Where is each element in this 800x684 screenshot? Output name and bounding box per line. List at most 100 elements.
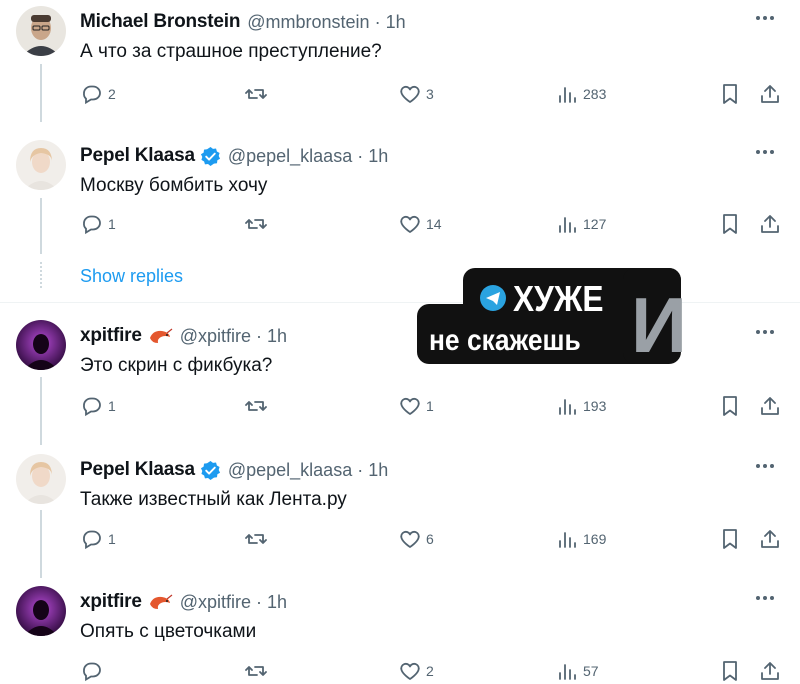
retweet-button[interactable] xyxy=(244,659,272,683)
author-name[interactable]: xpitfire xyxy=(80,591,142,613)
more-icon[interactable] xyxy=(752,456,778,476)
retweet-button[interactable] xyxy=(244,394,272,418)
retweet-icon xyxy=(245,534,267,544)
reply-icon xyxy=(83,215,101,235)
like-button[interactable]: 2 xyxy=(398,659,434,683)
verified-icon xyxy=(200,146,220,166)
bookmark-button[interactable] xyxy=(718,394,742,418)
like-icon xyxy=(400,397,420,415)
author-handle: @mmbronstein · 1h xyxy=(247,11,406,32)
avatar[interactable] xyxy=(16,320,66,370)
retweet-button[interactable] xyxy=(244,212,272,236)
share-button[interactable] xyxy=(758,659,782,683)
like-icon xyxy=(400,215,420,233)
tweet-header: Pepel Klaasa @pepel_klaasa · 1h xyxy=(80,458,388,482)
author-handle: @xpitfire · 1h xyxy=(179,325,288,346)
author-name[interactable]: xpitfire xyxy=(80,325,142,347)
tweet-text: Опять с цветочками xyxy=(80,621,257,642)
like-icon xyxy=(400,662,420,680)
reply-icon xyxy=(83,530,101,550)
views-icon xyxy=(559,664,576,680)
timestamp[interactable]: 1h xyxy=(368,460,388,480)
reply-button[interactable]: 2 xyxy=(80,82,116,106)
like-button[interactable]: 14 xyxy=(398,212,442,236)
avatar[interactable] xyxy=(16,586,66,636)
bookmark-icon xyxy=(723,84,737,104)
more-icon[interactable] xyxy=(752,8,778,28)
like-button[interactable]: 1 xyxy=(398,394,434,418)
views-button[interactable]: 193 xyxy=(555,394,606,418)
timestamp[interactable]: 1h xyxy=(267,592,287,612)
reply-icon xyxy=(83,397,101,417)
tweet[interactable]: Michael Bronstein @mmbronstein · 1h А чт… xyxy=(0,4,800,128)
views-icon xyxy=(559,87,576,103)
timestamp[interactable]: 1h xyxy=(368,146,388,166)
reply-button[interactable]: 1 xyxy=(80,212,116,236)
bookmark-button[interactable] xyxy=(718,659,742,683)
share-icon xyxy=(761,85,779,103)
like-icon xyxy=(400,530,420,548)
avatar[interactable] xyxy=(16,140,66,190)
reply-count: 1 xyxy=(108,531,116,547)
share-button[interactable] xyxy=(758,82,782,106)
handle-text: @xpitfire xyxy=(179,591,252,612)
author-name[interactable]: Michael Bronstein xyxy=(80,11,240,33)
show-replies-link[interactable]: Show replies xyxy=(80,266,183,287)
tweet-header: xpitfire @xpitfire · 1h xyxy=(80,590,287,614)
like-button[interactable]: 3 xyxy=(398,82,434,106)
reply-button[interactable] xyxy=(80,659,108,683)
action-bar: 2 57 xyxy=(80,659,780,684)
more-icon[interactable] xyxy=(752,142,778,162)
avatar[interactable] xyxy=(16,6,66,56)
bookmark-button[interactable] xyxy=(718,527,742,551)
tweet-text: Это скрин с фикбука? xyxy=(80,355,273,376)
tweet-text: Также известный как Лента.ру xyxy=(80,489,347,510)
share-icon xyxy=(761,530,779,548)
more-icon[interactable] xyxy=(752,588,778,608)
views-button[interactable]: 169 xyxy=(555,527,606,551)
views-count: 283 xyxy=(583,86,607,102)
bookmark-button[interactable] xyxy=(718,212,742,236)
tweet[interactable]: xpitfire @xpitfire · 1h Опять с цветочка… xyxy=(0,584,800,684)
views-count: 127 xyxy=(583,216,607,232)
like-count: 1 xyxy=(426,398,434,414)
tweet[interactable]: Pepel Klaasa @pepel_klaasa · 1h Также из… xyxy=(0,452,800,576)
reply-icon xyxy=(83,85,101,105)
views-icon xyxy=(559,399,576,415)
action-bar: 1 6 169 xyxy=(80,527,780,553)
tweet-header: xpitfire @xpitfire · 1h xyxy=(80,324,287,348)
reply-count: 2 xyxy=(108,86,116,102)
share-button[interactable] xyxy=(758,212,782,236)
bookmark-icon xyxy=(723,529,737,549)
reply-button[interactable]: 1 xyxy=(80,394,116,418)
share-button[interactable] xyxy=(758,527,782,551)
avatar[interactable] xyxy=(16,454,66,504)
timestamp[interactable]: 1h xyxy=(386,12,406,32)
action-bar: 2 3 283 xyxy=(80,82,780,108)
views-count: 193 xyxy=(583,398,607,414)
like-button[interactable]: 6 xyxy=(398,527,434,551)
tweet[interactable]: Pepel Klaasa @pepel_klaasa · 1h Москву б… xyxy=(0,138,800,262)
bookmark-icon xyxy=(723,396,737,416)
share-button[interactable] xyxy=(758,394,782,418)
bookmark-icon xyxy=(723,214,737,234)
reply-count: 1 xyxy=(108,398,116,414)
handle-text: @mmbronstein xyxy=(247,11,370,32)
views-button[interactable]: 127 xyxy=(555,212,606,236)
views-button[interactable]: 283 xyxy=(555,82,606,106)
tweet-text: А что за страшное преступление? xyxy=(80,41,382,62)
bookmark-button[interactable] xyxy=(718,82,742,106)
author-name[interactable]: Pepel Klaasa xyxy=(80,145,195,167)
more-icon[interactable] xyxy=(752,322,778,342)
shrimp-icon xyxy=(149,594,173,609)
reply-button[interactable]: 1 xyxy=(80,527,116,551)
verified-icon xyxy=(200,460,220,480)
timestamp[interactable]: 1h xyxy=(267,326,287,346)
views-icon xyxy=(559,532,576,548)
views-count: 57 xyxy=(583,663,599,679)
views-button[interactable]: 57 xyxy=(555,659,599,683)
reply-icon xyxy=(83,662,101,682)
retweet-button[interactable] xyxy=(244,82,272,106)
retweet-button[interactable] xyxy=(244,527,272,551)
author-name[interactable]: Pepel Klaasa xyxy=(80,459,195,481)
